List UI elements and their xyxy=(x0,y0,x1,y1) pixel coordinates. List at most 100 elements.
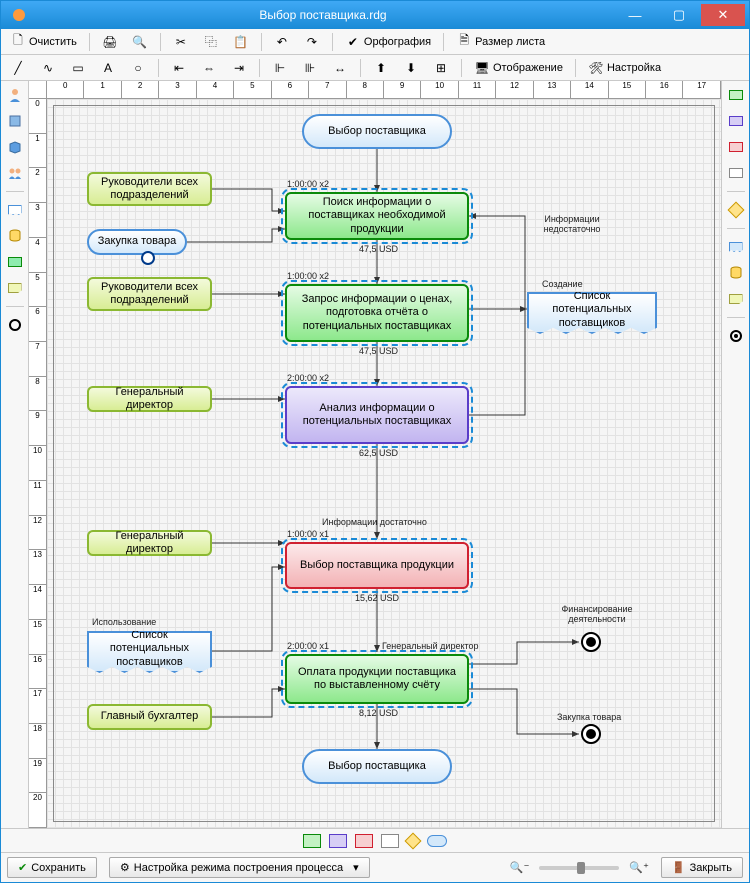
swatch-note[interactable] xyxy=(726,289,746,309)
db-tool[interactable] xyxy=(5,226,25,246)
process-step-5[interactable]: Оплата продукции поставщика по выставлен… xyxy=(285,654,469,704)
page-size-button[interactable]: 🗎Размер листа xyxy=(451,32,550,52)
redo-button[interactable]: ↷ xyxy=(299,32,325,52)
paste-icon: 📋 xyxy=(233,34,249,50)
role-node-1[interactable]: Руководители всех подразделений xyxy=(87,172,212,206)
swatch-db[interactable] xyxy=(726,263,746,283)
legend-oval[interactable] xyxy=(427,835,447,847)
toolbar-row-1: 🗋Очистить 🖨 🔍 ✂ ⿻ 📋 ↶ ↷ ✔Орфография 🗎Раз… xyxy=(1,29,749,55)
cost-label-2: 47,5 USD xyxy=(359,346,398,356)
dropdown-icon: ▾ xyxy=(353,861,359,874)
dist-h-button[interactable]: ⊩ xyxy=(267,58,293,78)
text-tool[interactable]: A xyxy=(95,58,121,78)
circle-tool[interactable]: ○ xyxy=(125,58,151,78)
settings-button[interactable]: 🛠Настройка xyxy=(583,58,666,78)
person-tool[interactable] xyxy=(5,85,25,105)
copy-button[interactable]: ⿻ xyxy=(198,32,224,52)
zoom-control[interactable]: 🔍⁻ 🔍⁺ xyxy=(510,861,649,874)
spelling-button[interactable]: ✔Орфография xyxy=(340,32,436,52)
window-title: Выбор поставщика.rdg xyxy=(33,8,613,22)
align-left-button[interactable]: ⇤ xyxy=(166,58,192,78)
dist-v-button[interactable]: ⊪ xyxy=(297,58,323,78)
align-right-button[interactable]: ⇥ xyxy=(226,58,252,78)
undo-button[interactable]: ↶ xyxy=(269,32,295,52)
display-button[interactable]: 🖥Отображение xyxy=(469,58,568,78)
process-step-1[interactable]: Поиск информации о поставщиках необходим… xyxy=(285,192,469,240)
line-tool[interactable]: ╱ xyxy=(5,58,31,78)
swatch-white[interactable] xyxy=(726,163,746,183)
swatch-terminal[interactable] xyxy=(726,326,746,346)
legend-diamond[interactable] xyxy=(405,832,422,849)
cut-button[interactable]: ✂ xyxy=(168,32,194,52)
swatch-purple[interactable] xyxy=(726,111,746,131)
group-icon: ⊞ xyxy=(433,60,449,76)
polyline-tool[interactable]: ∿ xyxy=(35,58,61,78)
swatch-doc[interactable] xyxy=(726,237,746,257)
canvas-area[interactable]: 01234567891011121314151617 0123456789101… xyxy=(29,81,721,828)
start-node[interactable]: Выбор поставщика xyxy=(302,114,452,149)
zoom-slider[interactable] xyxy=(539,866,619,870)
check-icon: ✔ xyxy=(18,861,27,874)
mode-button[interactable]: ⚙Настройка режима построения процесса▾ xyxy=(109,857,370,878)
bottom-bar: ✔Сохранить ⚙Настройка режима построения … xyxy=(1,852,749,882)
process-step-4[interactable]: Выбор поставщика продукции xyxy=(285,542,469,589)
terminal-tool[interactable] xyxy=(5,315,25,335)
legend-purple[interactable] xyxy=(329,834,347,848)
role-node-4[interactable]: Генеральный директор xyxy=(87,530,212,556)
text-icon: A xyxy=(100,60,116,76)
process-step-2[interactable]: Запрос информации о ценах, подготовка от… xyxy=(285,284,469,342)
input-handle[interactable] xyxy=(141,251,155,265)
cube-tool[interactable] xyxy=(5,137,25,157)
role-node-2[interactable]: Руководители всех подразделений xyxy=(87,277,212,311)
buying-endpoint[interactable] xyxy=(581,724,601,744)
bring-front-button[interactable]: ⬆ xyxy=(368,58,394,78)
book-tool[interactable] xyxy=(5,111,25,131)
minimize-button[interactable]: — xyxy=(613,4,657,26)
legend-green[interactable] xyxy=(303,834,321,848)
input-node[interactable]: Закупка товара xyxy=(87,229,187,255)
close-bottom-button[interactable]: 🚪Закрыть xyxy=(661,857,743,878)
group-tool[interactable] xyxy=(5,163,25,183)
print-button[interactable]: 🖨 xyxy=(97,32,123,52)
rect-tool[interactable]: ▭ xyxy=(65,58,91,78)
document-node-2[interactable]: Список потенциальных поставщиков xyxy=(87,631,212,673)
financing-endpoint[interactable] xyxy=(581,632,601,652)
gendir-label: Генеральный директор xyxy=(382,641,479,651)
cost-label-5: 8,12 USD xyxy=(359,708,398,718)
role-node-3[interactable]: Генеральный директор xyxy=(87,386,212,412)
maximize-button[interactable]: ▢ xyxy=(657,4,701,26)
dist-h-icon: ⊩ xyxy=(272,60,288,76)
swatch-diamond[interactable] xyxy=(726,200,746,220)
doc-shape-tool[interactable] xyxy=(5,200,25,220)
close-button[interactable]: ✕ xyxy=(701,4,745,26)
align-center-button[interactable]: ⇔ xyxy=(196,58,222,78)
clear-button[interactable]: 🗋Очистить xyxy=(5,32,82,52)
same-width-button[interactable]: ↔ xyxy=(327,58,353,78)
rect-shape-tool[interactable] xyxy=(5,252,25,272)
zoom-out-icon[interactable]: 🔍⁻ xyxy=(510,861,530,874)
swatch-red[interactable] xyxy=(726,137,746,157)
process-step-3[interactable]: Анализ информации о потенциальных постав… xyxy=(285,386,469,444)
note-tool[interactable] xyxy=(5,278,25,298)
save-button[interactable]: ✔Сохранить xyxy=(7,857,97,878)
dist-v-icon: ⊪ xyxy=(302,60,318,76)
titlebar: Выбор поставщика.rdg — ▢ ✕ xyxy=(1,1,749,29)
cost-label-4: 15,62 USD xyxy=(355,593,399,603)
group-button[interactable]: ⊞ xyxy=(428,58,454,78)
role-node-5[interactable]: Главный бухгалтер xyxy=(87,704,212,730)
rect-icon: ▭ xyxy=(70,60,86,76)
document-node-1[interactable]: Список потенциальных поставщиков xyxy=(527,292,657,334)
legend-red[interactable] xyxy=(355,834,373,848)
cost-label-3: 62,5 USD xyxy=(359,448,398,458)
zoom-in-icon[interactable]: 🔍⁺ xyxy=(629,861,649,874)
create-label: Создание xyxy=(542,279,583,289)
send-back-button[interactable]: ⬇ xyxy=(398,58,424,78)
legend-bar xyxy=(1,828,749,852)
end-node[interactable]: Выбор поставщика xyxy=(302,749,452,784)
paste-button[interactable]: 📋 xyxy=(228,32,254,52)
use-label: Использование xyxy=(92,617,156,627)
preview-button[interactable]: 🔍 xyxy=(127,32,153,52)
legend-white[interactable] xyxy=(381,834,399,848)
swatch-green[interactable] xyxy=(726,85,746,105)
canvas[interactable]: Выбор поставщика Руководители всех подра… xyxy=(47,99,721,828)
